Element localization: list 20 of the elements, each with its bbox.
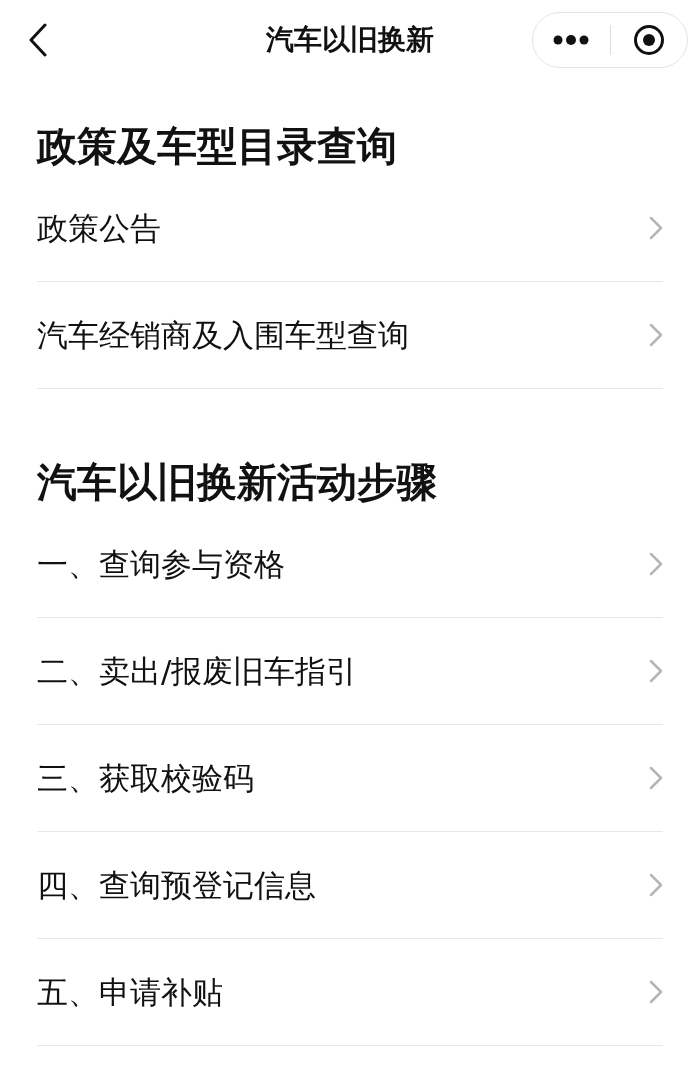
menu-item[interactable]: 一、查询参与资格 — [37, 511, 663, 618]
chevron-right-icon — [649, 980, 663, 1004]
menu-item[interactable]: 三、获取校验码 — [37, 725, 663, 832]
chevron-right-icon — [649, 552, 663, 576]
back-icon[interactable] — [28, 23, 48, 57]
menu-item[interactable]: 二、卖出/报废旧车指引 — [37, 618, 663, 725]
section-title: 政策及车型目录查询 — [37, 122, 398, 171]
chevron-right-icon — [649, 659, 663, 683]
section-title: 汽车以旧换新活动步骤 — [37, 458, 438, 507]
chevron-right-icon — [649, 766, 663, 790]
chevron-right-icon — [649, 873, 663, 897]
menu-item[interactable]: 四、查询预登记信息 — [37, 832, 663, 939]
page-title: 汽车以旧换新 — [266, 22, 434, 58]
chevron-right-icon — [649, 216, 663, 240]
menu-item[interactable]: 政策公告 — [37, 175, 663, 282]
close-mini-program-icon[interactable] — [632, 24, 665, 56]
menu-item[interactable]: 汽车经销商及入围车型查询 — [37, 282, 663, 389]
more-icon[interactable] — [553, 35, 590, 45]
menu-item[interactable]: 五、申请补贴 — [37, 939, 663, 1046]
chevron-right-icon — [649, 323, 663, 347]
